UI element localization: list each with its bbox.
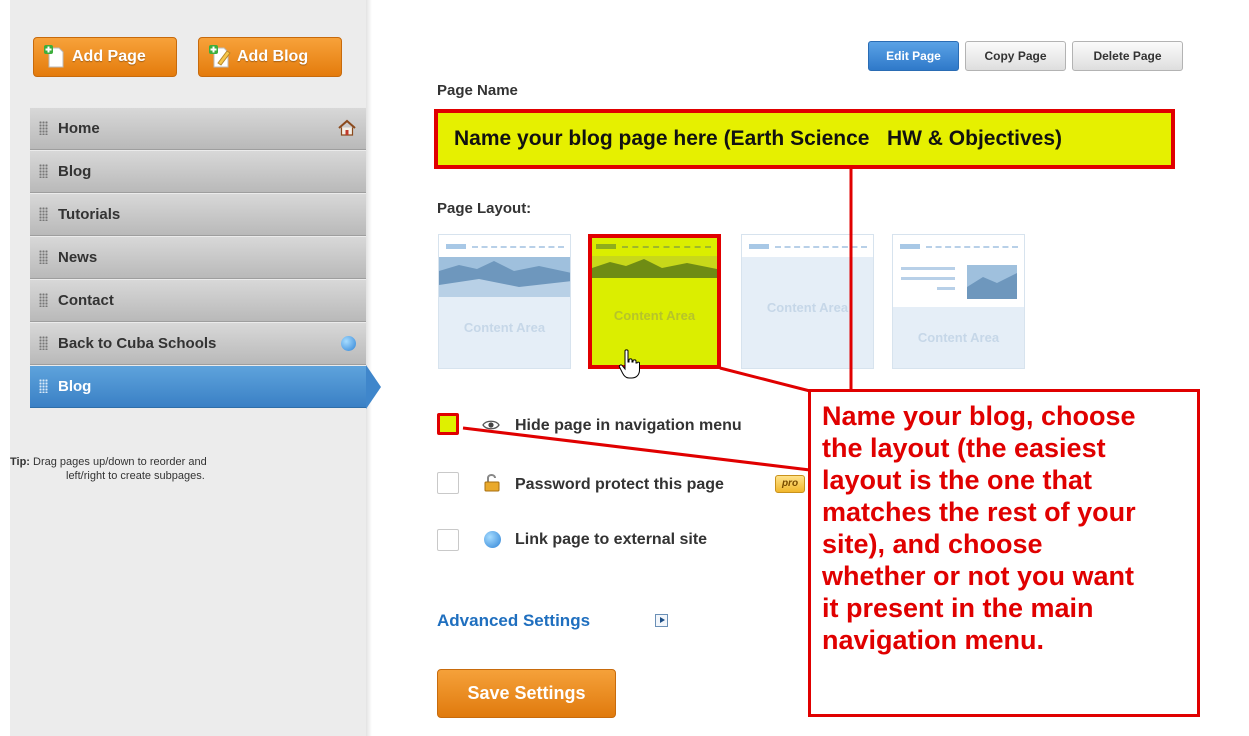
- sidebar-item-label: Back to Cuba Schools: [58, 335, 217, 352]
- annotation-line: Name your blog, choose: [822, 401, 1136, 431]
- lock-icon: [484, 474, 500, 492]
- drag-handle-icon[interactable]: [39, 293, 48, 307]
- sidebar-item-label: News: [58, 249, 98, 266]
- add-blog-icon: [209, 45, 231, 68]
- layout-option-2-selected[interactable]: Content Area: [588, 234, 721, 369]
- hide-page-label: Hide page in navigation menu: [515, 417, 742, 434]
- content-area-label: Content Area: [917, 330, 1000, 345]
- page-name-input[interactable]: Name your blog page here (Earth Science …: [434, 109, 1175, 169]
- sidebar-item-label: Tutorials: [58, 206, 121, 223]
- content-area-label: Content Area: [613, 308, 696, 323]
- password-protect-label: Password protect this page: [515, 476, 724, 493]
- link-external-label: Link page to external site: [515, 531, 708, 548]
- layout-header: [893, 235, 1024, 257]
- sidebar-tip: Tip: Drag pages up/down to reorder and l…: [10, 455, 310, 483]
- add-page-icon: [44, 45, 64, 68]
- advanced-settings-link[interactable]: Advanced Settings: [437, 611, 590, 631]
- page-nav-list: Home Blog Tutorials News Contact Back to…: [30, 107, 381, 409]
- sidebar-item-blog-active[interactable]: Blog: [30, 365, 381, 409]
- drag-handle-icon[interactable]: [39, 207, 48, 221]
- annotation-line: navigation menu.: [822, 625, 1045, 655]
- home-icon: [338, 119, 356, 136]
- hide-page-checkbox[interactable]: [437, 413, 459, 435]
- drag-handle-icon[interactable]: [39, 121, 48, 135]
- drag-handle-icon[interactable]: [39, 336, 48, 350]
- expand-arrow-icon[interactable]: [655, 614, 668, 627]
- annotation-line: the layout (the easiest: [822, 433, 1106, 463]
- text-image-icon: [893, 257, 1024, 307]
- annotation-line: it present in the main: [822, 593, 1094, 623]
- landscape-banner-icon: [592, 256, 717, 278]
- add-blog-label: Add Blog: [237, 48, 309, 65]
- drag-handle-icon[interactable]: [39, 250, 48, 264]
- layout-header: [742, 235, 873, 257]
- tip-label: Tip:: [10, 456, 30, 468]
- add-page-label: Add Page: [72, 48, 146, 65]
- sidebar-item-back-to-cuba-schools[interactable]: Back to Cuba Schools: [30, 322, 366, 365]
- globe-icon: [341, 336, 356, 351]
- content-area-label: Content Area: [766, 300, 849, 315]
- edit-page-button[interactable]: Edit Page: [868, 41, 959, 71]
- sidebar-item-home[interactable]: Home: [30, 107, 366, 150]
- annotation-line: whether or not you want: [822, 561, 1135, 591]
- annotation-callout: Name your blog, choose the layout (the e…: [808, 389, 1200, 717]
- sidebar-item-label: Blog: [58, 378, 92, 395]
- save-settings-button[interactable]: Save Settings: [437, 669, 616, 718]
- landscape-banner-icon: [439, 257, 570, 297]
- layout-option-4[interactable]: Content Area: [892, 234, 1025, 369]
- layout-option-1[interactable]: Content Area: [438, 234, 571, 369]
- layout-header: [439, 235, 570, 257]
- sidebar-item-label: Contact: [58, 292, 114, 309]
- sidebar-item-label: Blog: [58, 163, 92, 180]
- sidebar-item-blog[interactable]: Blog: [30, 150, 366, 193]
- delete-page-button[interactable]: Delete Page: [1072, 41, 1183, 71]
- globe-icon: [484, 531, 501, 548]
- add-blog-button[interactable]: Add Blog: [198, 37, 342, 77]
- page-layout-label: Page Layout:: [437, 200, 532, 217]
- add-page-button[interactable]: Add Page: [33, 37, 177, 77]
- tip-line-1: Drag pages up/down to reorder and: [33, 456, 207, 468]
- annotation-line: layout is the one that: [822, 465, 1093, 495]
- sidebar-item-contact[interactable]: Contact: [30, 279, 366, 322]
- copy-page-button[interactable]: Copy Page: [965, 41, 1066, 71]
- sidebar-item-tutorials[interactable]: Tutorials: [30, 193, 366, 236]
- layout-option-3[interactable]: Content Area: [741, 234, 874, 369]
- sidebar-item-label: Home: [58, 120, 100, 137]
- sidebar-item-news[interactable]: News: [30, 236, 366, 279]
- annotation-line: matches the rest of your: [822, 497, 1136, 527]
- drag-handle-icon[interactable]: [39, 164, 48, 178]
- drag-handle-icon[interactable]: [39, 379, 48, 393]
- link-external-checkbox[interactable]: [437, 529, 459, 551]
- hand-cursor-icon: [618, 349, 640, 379]
- tip-line-2: left/right to create subpages.: [66, 470, 205, 482]
- content-area-label: Content Area: [463, 320, 546, 335]
- password-protect-checkbox[interactable]: [437, 472, 459, 494]
- page-name-label: Page Name: [437, 82, 518, 99]
- eye-icon: [482, 420, 500, 430]
- pro-badge: pro: [775, 475, 805, 493]
- annotation-line: site), and choose: [822, 529, 1043, 559]
